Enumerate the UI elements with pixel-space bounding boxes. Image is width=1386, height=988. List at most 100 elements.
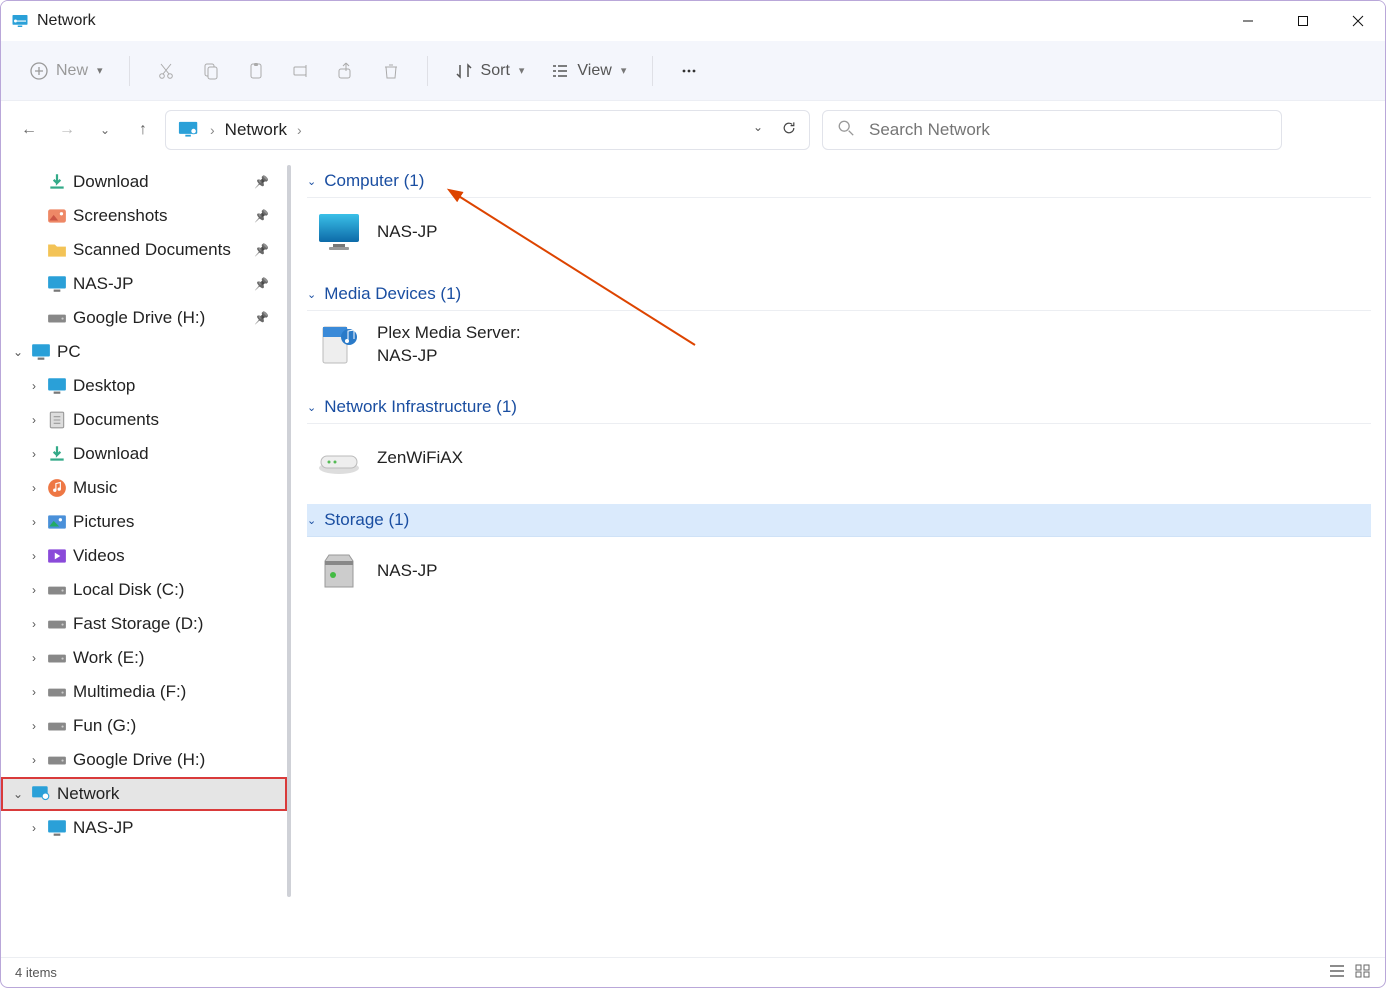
chevron-right-icon[interactable]: › [27, 413, 41, 427]
trash-icon [381, 61, 401, 81]
group-header[interactable]: ⌄Network Infrastructure (1) [307, 391, 1371, 424]
explorer-window: Network New ▾ Sort ▾ [0, 0, 1386, 988]
group-header[interactable]: ⌄Media Devices (1) [307, 278, 1371, 311]
sidebar-item-google-drive-h[interactable]: Google Drive (H:) [1, 301, 287, 335]
sidebar-item-music[interactable]: ›Music [1, 471, 287, 505]
sidebar-item-label: Multimedia (F:) [73, 682, 186, 702]
monitor-icon [47, 275, 67, 293]
nav-pane[interactable]: Download Screenshots Scanned Documents N… [1, 159, 287, 957]
sidebar-item-label: Desktop [73, 376, 135, 396]
sidebar-item-download[interactable]: ›Download [1, 437, 287, 471]
sidebar-item-fun-g-[interactable]: ›Fun (G:) [1, 709, 287, 743]
sidebar-item-pc[interactable]: ⌄ PC [1, 335, 287, 369]
chevron-right-icon[interactable]: › [27, 821, 41, 835]
recent-locations-button[interactable]: ⌄ [95, 123, 115, 137]
search-input[interactable] [867, 119, 1267, 141]
network-item[interactable]: Plex Media Server:NAS-JP [307, 311, 1379, 391]
network-item[interactable]: NAS-JP [307, 198, 1379, 278]
forward-button[interactable]: → [57, 121, 77, 139]
sidebar-item-nas-jp[interactable]: NAS-JP [1, 267, 287, 301]
videos-icon [47, 547, 67, 565]
cut-button[interactable] [146, 55, 186, 87]
sidebar-item-fast-storage-d-[interactable]: ›Fast Storage (D:) [1, 607, 287, 641]
refresh-button[interactable] [781, 120, 797, 141]
rename-button[interactable] [281, 55, 321, 87]
tiles-view-toggle[interactable] [1355, 964, 1371, 981]
chevron-right-icon[interactable]: › [297, 122, 302, 138]
router-icon [315, 434, 363, 482]
chevron-down-icon: ▾ [519, 64, 525, 77]
sidebar-item-local-disk-c-[interactable]: ›Local Disk (C:) [1, 573, 287, 607]
item-label: Plex Media Server:NAS-JP [377, 322, 521, 368]
drive-icon [47, 717, 67, 735]
network-item[interactable]: NAS-JP [307, 537, 1379, 617]
chevron-right-icon[interactable]: › [27, 481, 41, 495]
sidebar-item-scanned-documents[interactable]: Scanned Documents [1, 233, 287, 267]
maximize-button[interactable] [1275, 1, 1330, 41]
sidebar-item-download[interactable]: Download [1, 165, 287, 199]
separator [129, 56, 130, 86]
back-button[interactable]: ← [19, 121, 39, 139]
sidebar-item-label: Pictures [73, 512, 134, 532]
chevron-down-icon[interactable]: ⌄ [11, 345, 25, 359]
network-icon [178, 121, 200, 139]
chevron-right-icon[interactable]: › [27, 583, 41, 597]
copy-button[interactable] [191, 55, 231, 87]
splitter[interactable] [287, 159, 293, 957]
sidebar-item-google-drive-h-[interactable]: › Google Drive (H:) [1, 743, 287, 777]
network-item[interactable]: ZenWiFiAX [307, 424, 1379, 504]
chevron-down-icon: ▾ [97, 64, 103, 77]
items-view[interactable]: ⌄Computer (1)NAS-JP⌄Media Devices (1)Ple… [293, 159, 1385, 957]
chevron-right-icon[interactable]: › [27, 447, 41, 461]
close-button[interactable] [1330, 1, 1385, 41]
sidebar-item-multimedia-f-[interactable]: › Multimedia (F:) [1, 675, 287, 709]
group-header[interactable]: ⌄Computer (1) [307, 165, 1371, 198]
body: Download Screenshots Scanned Documents N… [1, 159, 1385, 957]
ellipsis-icon [679, 61, 699, 81]
sidebar-item-pictures[interactable]: › Pictures [1, 505, 287, 539]
sidebar-item-desktop[interactable]: › Desktop [1, 369, 287, 403]
details-view-toggle[interactable] [1329, 964, 1345, 981]
drive-icon [47, 309, 67, 327]
titlebar: Network [1, 1, 1385, 41]
sidebar-item-label: PC [57, 342, 81, 362]
more-button[interactable] [669, 55, 709, 87]
chevron-right-icon[interactable]: › [27, 549, 41, 563]
sidebar-item-documents[interactable]: ›Documents [1, 403, 287, 437]
plus-circle-icon [29, 61, 49, 81]
search-box[interactable] [822, 110, 1282, 150]
chevron-right-icon[interactable]: › [27, 719, 41, 733]
view-button[interactable]: View ▾ [540, 55, 636, 87]
toolbar: New ▾ Sort ▾ View ▾ [1, 41, 1385, 101]
sidebar-item-label: Google Drive (H:) [73, 750, 205, 770]
sidebar-item-screenshots[interactable]: Screenshots [1, 199, 287, 233]
share-button[interactable] [326, 55, 366, 87]
address-dropdown-button[interactable]: ⌄ [753, 120, 763, 141]
download-icon [47, 445, 67, 463]
chevron-right-icon[interactable]: › [27, 685, 41, 699]
chevron-down-icon[interactable]: ⌄ [11, 787, 25, 801]
chevron-right-icon[interactable]: › [27, 617, 41, 631]
separator [652, 56, 653, 86]
sidebar-item-videos[interactable]: ›Videos [1, 539, 287, 573]
sidebar-item-network-nasjp[interactable]: › NAS-JP [1, 811, 287, 845]
sidebar-item-label: Network [57, 784, 119, 804]
chevron-right-icon[interactable]: › [27, 379, 41, 393]
chevron-right-icon[interactable]: › [27, 753, 41, 767]
delete-button[interactable] [371, 55, 411, 87]
chevron-right-icon[interactable]: › [27, 651, 41, 665]
chevron-right-icon[interactable]: › [210, 122, 215, 138]
minimize-button[interactable] [1220, 1, 1275, 41]
sort-button[interactable]: Sort ▾ [444, 55, 535, 87]
sidebar-item-network[interactable]: ⌄ Network [1, 777, 287, 811]
up-button[interactable]: ↑ [133, 121, 153, 139]
chevron-right-icon[interactable]: › [27, 515, 41, 529]
breadcrumb-segment[interactable]: Network [225, 120, 287, 140]
item-label: NAS-JP [377, 560, 437, 583]
network-icon [31, 785, 51, 803]
new-button[interactable]: New ▾ [19, 55, 113, 87]
group-header[interactable]: ⌄Storage (1) [307, 504, 1371, 537]
paste-button[interactable] [236, 55, 276, 87]
sidebar-item-work-e-[interactable]: ›Work (E:) [1, 641, 287, 675]
address-bar[interactable]: › Network › ⌄ [165, 110, 810, 150]
